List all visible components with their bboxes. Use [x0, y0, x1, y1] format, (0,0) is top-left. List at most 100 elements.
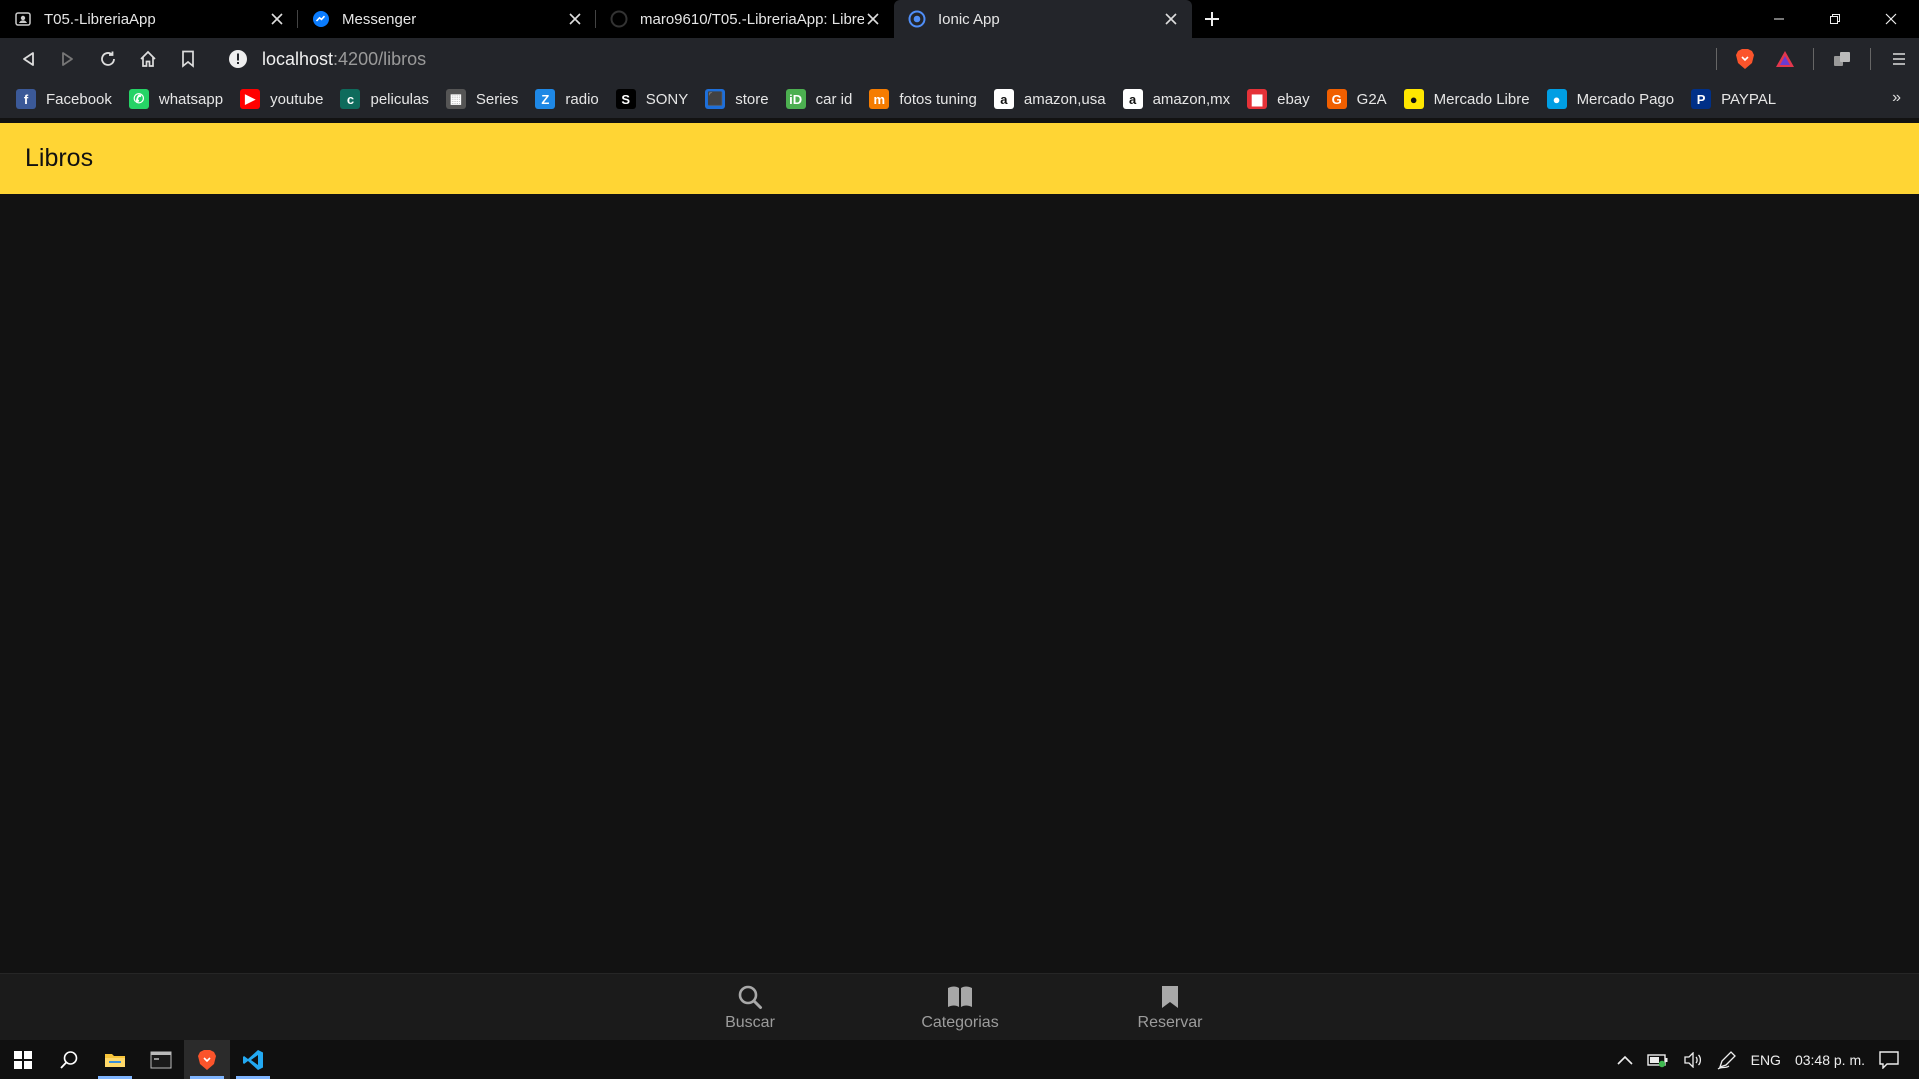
- hamburger-icon: [1893, 53, 1905, 65]
- windows-taskbar: ENG 03:48 p. m.: [0, 1040, 1919, 1079]
- tab-label: Reservar: [1137, 1014, 1203, 1031]
- bookmark-item[interactable]: ● Mercado Pago: [1546, 89, 1675, 109]
- taskbar-vscode[interactable]: [230, 1040, 276, 1079]
- taskbar-search-button[interactable]: [46, 1040, 92, 1079]
- home-button[interactable]: [128, 41, 168, 77]
- terminal-icon: [150, 1051, 172, 1068]
- browser-tab-ionic-app[interactable]: Ionic App: [894, 0, 1192, 38]
- info-icon: [229, 50, 247, 68]
- close-tab-icon[interactable]: [566, 10, 584, 28]
- start-button[interactable]: [0, 1040, 46, 1079]
- ionic-icon: [908, 10, 926, 28]
- minimize-icon: [1774, 18, 1784, 20]
- close-tab-icon[interactable]: [268, 10, 286, 28]
- browser-tab-messenger[interactable]: Messenger: [298, 0, 596, 38]
- amazon-icon: a: [1122, 89, 1143, 109]
- paypal-icon: P: [1691, 89, 1712, 109]
- browser-tab-strip: T05.-LibreriaApp Messenger maro9610/T05.…: [0, 0, 1919, 38]
- bookmark-item[interactable]: G G2A: [1326, 89, 1387, 109]
- bookmark-label: Series: [475, 90, 519, 108]
- url-path: :4200/libros: [333, 48, 427, 69]
- bookmark-label: youtube: [270, 90, 324, 108]
- bookmark-item[interactable]: ● Mercado Libre: [1403, 89, 1530, 109]
- bookmark-item[interactable]: ▆ ebay: [1247, 89, 1310, 109]
- show-hidden-icons-button[interactable]: [1617, 1055, 1633, 1065]
- extensions-icon: [1834, 52, 1850, 66]
- home-icon: [140, 50, 156, 67]
- restore-button[interactable]: [1807, 0, 1863, 38]
- store-icon: ⬛: [705, 89, 726, 109]
- bookmark-label: fotos tuning: [899, 90, 977, 108]
- bookmark-label: store: [735, 90, 769, 108]
- bookmark-item[interactable]: Zradio: [535, 89, 599, 109]
- bookmark-item[interactable]: ✆ whatsapp: [128, 89, 223, 109]
- bookmark-item[interactable]: c peliculas: [340, 89, 429, 109]
- bookmark-item[interactable]: ⬛ store: [705, 89, 769, 109]
- search-icon: [60, 1050, 78, 1069]
- pen-icon: [1717, 1050, 1736, 1070]
- notifications-button[interactable]: [1879, 1050, 1899, 1069]
- bookmark-label: Mercado Pago: [1576, 90, 1675, 108]
- tab-buscar[interactable]: Buscar: [670, 984, 830, 1032]
- reload-button[interactable]: [88, 41, 128, 77]
- brave-rewards-button[interactable]: [1765, 41, 1805, 77]
- bookmark-label: peliculas: [370, 90, 429, 108]
- close-window-button[interactable]: [1863, 0, 1919, 38]
- app-content: [0, 194, 1919, 973]
- bookmarks-overflow-button[interactable]: »: [1892, 89, 1901, 107]
- sony-icon: S: [615, 89, 636, 109]
- fotos-tuning-icon: m: [869, 89, 890, 109]
- close-tab-icon[interactable]: [1162, 10, 1180, 28]
- pen-workspace-button[interactable]: [1717, 1050, 1737, 1070]
- bookmark-item[interactable]: S SONY: [615, 89, 688, 109]
- ebay-icon: ▆: [1247, 89, 1268, 109]
- menu-button[interactable]: [1879, 41, 1919, 77]
- minimize-button[interactable]: [1751, 0, 1807, 38]
- g2a-icon: G: [1326, 89, 1347, 109]
- browser-tab-librerapp[interactable]: T05.-LibreriaApp: [0, 0, 298, 38]
- divider: [1813, 48, 1814, 70]
- amazon-icon: a: [993, 89, 1014, 109]
- series-icon: ▦: [445, 89, 466, 109]
- bookmark-icon: [182, 50, 194, 68]
- taskbar-file-explorer[interactable]: [92, 1040, 138, 1079]
- bookmark-label: G2A: [1356, 90, 1387, 108]
- close-tab-icon[interactable]: [864, 10, 882, 28]
- bookmark-item[interactable]: f Facebook: [16, 89, 112, 109]
- app-tab-bar: Buscar Categorias Reservar: [0, 973, 1919, 1040]
- tab-reservar[interactable]: Reservar: [1090, 984, 1250, 1032]
- browser-tab-github[interactable]: maro9610/T05.-LibreriaApp: Librer: [596, 0, 894, 38]
- page-title: Libros: [25, 144, 94, 172]
- tab-label: Categorias: [921, 1014, 999, 1031]
- bookmark-label: car id: [815, 90, 853, 108]
- tab-categorias[interactable]: Categorias: [880, 984, 1040, 1032]
- bookmark-item[interactable]: ▶ youtube: [240, 89, 323, 109]
- back-icon: [23, 52, 34, 66]
- battery-status[interactable]: [1646, 1052, 1669, 1068]
- address-bar[interactable]: localhost:4200/libros: [216, 42, 1726, 76]
- extensions-button[interactable]: [1822, 41, 1862, 77]
- language-indicator[interactable]: ENG: [1751, 1052, 1781, 1068]
- clock[interactable]: 03:48 p. m.: [1795, 1052, 1865, 1068]
- reload-icon: [101, 51, 115, 66]
- system-tray: ENG 03:48 p. m.: [1617, 1040, 1919, 1079]
- taskbar-terminal[interactable]: [138, 1040, 184, 1079]
- bookmark-item[interactable]: iD car id: [785, 89, 853, 109]
- contact-card-icon: [14, 10, 32, 28]
- bookmark-item[interactable]: ▦ Series: [445, 89, 519, 109]
- forward-button[interactable]: [48, 41, 88, 77]
- bookmark-item[interactable]: m fotos tuning: [869, 89, 977, 109]
- url-host: localhost: [262, 48, 334, 69]
- new-tab-button[interactable]: [1192, 0, 1232, 38]
- taskbar-brave[interactable]: [184, 1040, 230, 1079]
- bookmark-item[interactable]: a amazon,usa: [993, 89, 1106, 109]
- brave-shields-button[interactable]: [1725, 41, 1765, 77]
- bookmark-item[interactable]: a amazon,mx: [1122, 89, 1230, 109]
- back-button[interactable]: [8, 41, 48, 77]
- windows-logo-icon: [14, 1050, 32, 1069]
- app-header: Libros: [0, 123, 1919, 194]
- volume-button[interactable]: [1683, 1051, 1703, 1068]
- bookmark-item[interactable]: P PAYPAL: [1691, 89, 1776, 109]
- bookmark-page-button[interactable]: [168, 41, 208, 77]
- rewards-triangle-icon: [1776, 51, 1794, 67]
